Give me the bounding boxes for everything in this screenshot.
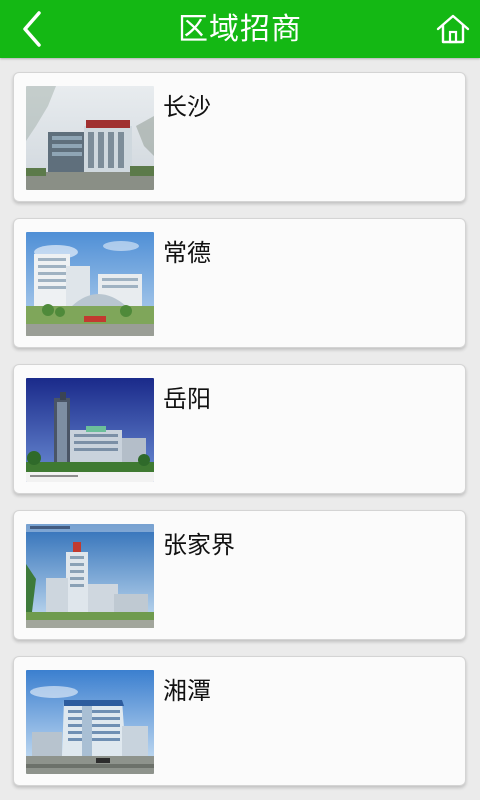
region-name: 常德 [163, 239, 211, 267]
app-header: 区域招商 [0, 0, 480, 58]
region-card-yueyang[interactable]: 岳阳 [13, 364, 466, 494]
region-card-changde[interactable]: 常德 [13, 218, 466, 348]
region-card-xiangtan[interactable]: 湘潭 [13, 656, 466, 786]
home-button[interactable] [434, 10, 472, 48]
region-card-changsha[interactable]: 长沙 [13, 72, 466, 202]
region-name: 湘潭 [163, 677, 211, 705]
region-name: 岳阳 [163, 385, 211, 413]
building-photo-changsha [26, 86, 154, 190]
building-photo-zhangjiajie [26, 524, 154, 628]
building-photo-changde [26, 232, 154, 336]
region-card-zhangjiajie[interactable]: 张家界 [13, 510, 466, 640]
page-title: 区域招商 [178, 12, 302, 47]
building-photo-yueyang [26, 378, 154, 482]
building-photo-xiangtan [26, 670, 154, 774]
region-name: 长沙 [163, 93, 211, 121]
home-icon [436, 14, 470, 44]
region-name: 张家界 [163, 531, 235, 559]
